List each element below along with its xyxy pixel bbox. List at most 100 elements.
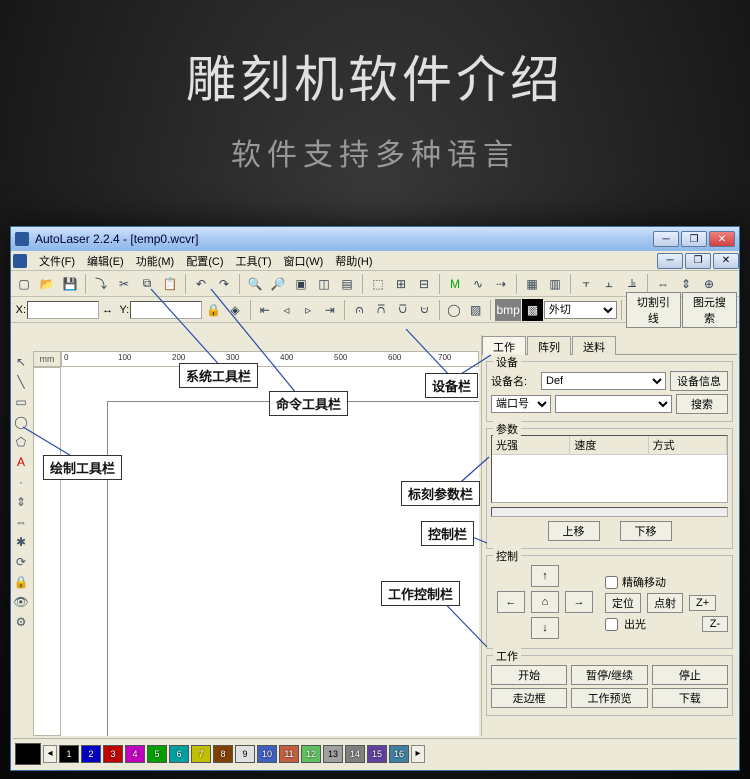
frame-button[interactable]: 走边框 [491, 688, 567, 708]
anchor-icon[interactable]: ◈ [225, 299, 246, 321]
save-icon[interactable]: 💾 [59, 273, 81, 295]
fine-move-checkbox[interactable] [605, 576, 618, 589]
preview-button[interactable]: 工作预览 [571, 688, 647, 708]
color-swatch-3[interactable]: 3 [103, 745, 123, 763]
path-icon[interactable]: ⇢ [490, 273, 512, 295]
color-swatch-4[interactable]: 4 [125, 745, 145, 763]
color-swatch-16[interactable]: 16 [389, 745, 409, 763]
move-up-button[interactable]: 上移 [548, 521, 600, 541]
go-start-icon[interactable]: ⇤ [254, 299, 275, 321]
array-icon[interactable]: ▦ [521, 273, 543, 295]
weld-icon[interactable]: ⩀ [349, 299, 370, 321]
menu-help[interactable]: 帮助(H) [329, 251, 378, 271]
show-tool-icon[interactable]: 👁 [12, 593, 30, 611]
coord-y-input[interactable] [130, 301, 202, 319]
locate-button[interactable]: 定位 [605, 593, 641, 613]
download-button[interactable]: 下载 [652, 688, 728, 708]
params-scrollbar[interactable] [491, 507, 728, 517]
cut-icon[interactable]: ✂ [113, 273, 135, 295]
menu-tools[interactable]: 工具(T) [230, 251, 278, 271]
zoom-page-icon[interactable]: ▤ [336, 273, 358, 295]
color-swatch-12[interactable]: 12 [301, 745, 321, 763]
color-next-button[interactable]: ▸ [411, 745, 425, 763]
menu-window[interactable]: 窗口(W) [278, 251, 330, 271]
color-swatch-1[interactable]: 1 [59, 745, 79, 763]
params-list[interactable]: 光强 速度 方式 [491, 435, 728, 503]
color-swatch-10[interactable]: 10 [257, 745, 277, 763]
process-mode-select[interactable]: 外切 [544, 301, 617, 319]
curve-icon[interactable]: ∿ [467, 273, 489, 295]
trim-icon[interactable]: ⩃ [371, 299, 392, 321]
lock-aspect-icon[interactable]: 🔒 [203, 299, 224, 321]
color-swatch-13[interactable]: 13 [323, 745, 343, 763]
line-tool-icon[interactable]: ╲ [12, 373, 30, 391]
stop-button[interactable]: 停止 [652, 665, 728, 685]
color-swatch-7[interactable]: 7 [191, 745, 211, 763]
device-info-button[interactable]: 设备信息 [670, 371, 728, 391]
color-swatch-5[interactable]: 5 [147, 745, 167, 763]
select-all-icon[interactable]: ⬚ [367, 273, 389, 295]
jog-up-button[interactable]: ↑ [531, 565, 559, 587]
menu-func[interactable]: 功能(M) [130, 251, 181, 271]
group-icon[interactable]: ⊞ [390, 273, 412, 295]
redo-icon[interactable]: ↷ [213, 273, 235, 295]
import-icon[interactable]: ⤵ [90, 273, 112, 295]
open-icon[interactable]: 📂 [36, 273, 58, 295]
tab-feed[interactable]: 送料 [572, 336, 616, 355]
color-swatch-9[interactable]: 9 [235, 745, 255, 763]
port-value-select[interactable] [555, 395, 672, 413]
measure-icon[interactable]: M [444, 273, 466, 295]
close-button[interactable]: ✕ [709, 231, 735, 247]
color-swatch-11[interactable]: 11 [279, 745, 299, 763]
jog-home-button[interactable]: ⌂ [531, 591, 559, 613]
align-mid-icon[interactable]: ⫠ [598, 273, 620, 295]
bmp-icon[interactable]: bmp [495, 299, 521, 321]
zoom-selection-icon[interactable]: ◫ [313, 273, 335, 295]
move-down-button[interactable]: 下移 [620, 521, 672, 541]
color-swatch-15[interactable]: 15 [367, 745, 387, 763]
mirror-v-icon[interactable]: ⇕ [12, 493, 30, 511]
polygon-tool-icon[interactable]: ⬠ [12, 433, 30, 451]
start-button[interactable]: 开始 [491, 665, 567, 685]
rect-tool-icon[interactable]: ▭ [12, 393, 30, 411]
undo-icon[interactable]: ↶ [190, 273, 212, 295]
grid-icon[interactable]: ▥ [544, 273, 566, 295]
z-plus-button[interactable]: Z+ [689, 595, 716, 611]
new-icon[interactable]: ▢ [13, 273, 35, 295]
coord-x-input[interactable] [27, 301, 99, 319]
search-button[interactable]: 搜索 [676, 394, 728, 414]
pause-button[interactable]: 暂停/继续 [571, 665, 647, 685]
zoom-out-icon[interactable]: 🔎 [267, 273, 289, 295]
step-back-icon[interactable]: ◃ [276, 299, 297, 321]
text-tool-icon[interactable]: A [12, 453, 30, 471]
z-minus-button[interactable]: Z- [702, 616, 728, 632]
play-icon[interactable]: ▹ [298, 299, 319, 321]
lock-tool-icon[interactable]: 🔒 [12, 573, 30, 591]
ellipse-tool-icon[interactable]: ◯ [12, 413, 30, 431]
node-edit-icon[interactable]: ✱ [12, 533, 30, 551]
mirror-h-icon[interactable]: ⇔ [12, 513, 30, 531]
jog-left-button[interactable]: ← [497, 591, 525, 613]
color-prev-button[interactable]: ◂ [43, 745, 57, 763]
mdi-restore-button[interactable]: ❐ [685, 253, 711, 269]
hatch-icon[interactable]: ▨ [465, 299, 486, 321]
settings-tool-icon[interactable]: ⚙ [12, 613, 30, 631]
color-swatch-6[interactable]: 6 [169, 745, 189, 763]
color-swatch-14[interactable]: 14 [345, 745, 365, 763]
primitive-search-button[interactable]: 图元搜索 [682, 292, 737, 328]
menu-config[interactable]: 配置(C) [180, 251, 229, 271]
canvas[interactable] [61, 367, 479, 736]
mdi-minimize-button[interactable]: ─ [657, 253, 683, 269]
outline-icon[interactable]: ◯ [444, 299, 465, 321]
cut-leadline-button[interactable]: 切割引线 [626, 292, 681, 328]
menu-edit[interactable]: 编辑(E) [81, 251, 130, 271]
pointer-tool-icon[interactable]: ↖ [12, 353, 30, 371]
jog-down-button[interactable]: ↓ [531, 617, 559, 639]
intersect-icon[interactable]: ⩂ [392, 299, 413, 321]
zoom-in-icon[interactable]: 🔍 [244, 273, 266, 295]
subtract-icon[interactable]: ⩁ [414, 299, 435, 321]
point-tool-icon[interactable]: · [12, 473, 30, 491]
device-name-select[interactable]: Def [541, 372, 666, 390]
mdi-close-button[interactable]: ✕ [713, 253, 739, 269]
jog-right-button[interactable]: → [565, 591, 593, 613]
